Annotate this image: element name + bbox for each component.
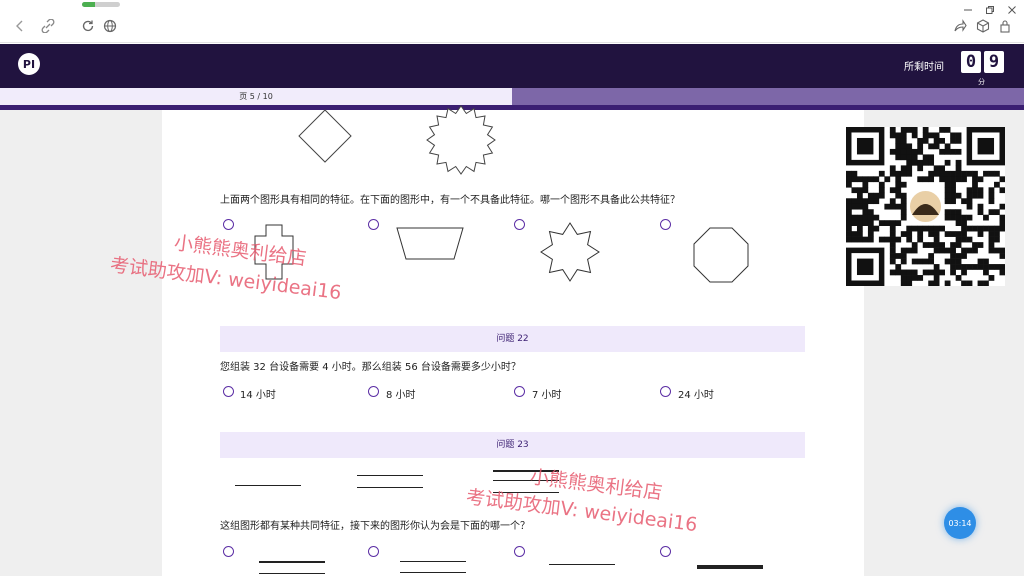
q22-question-text: 您组装 32 台设备需要 4 小时。那么组装 56 台设备需要多少小时？: [220, 362, 521, 373]
octagon-shape: [693, 227, 749, 283]
q23-header: 问题 23: [220, 432, 805, 458]
minutes-unit: 分: [978, 78, 985, 86]
q23-option-3-radio[interactable]: [514, 546, 525, 557]
trapezoid-shape: [396, 227, 464, 260]
lock-icon[interactable]: [997, 18, 1013, 34]
browser-toolbar: [0, 0, 1024, 43]
q23-option-4-radio[interactable]: [660, 546, 671, 557]
q22-title: 问题 22: [496, 334, 529, 344]
q21-question-text: 上面两个图形具有相同的特征。在下面的图形中，有一个不具备此特征。哪一个图形不具备…: [220, 195, 680, 206]
back-icon[interactable]: [12, 18, 28, 34]
reload-icon[interactable]: [80, 18, 96, 34]
time-remaining-label: 所剩时间: [904, 62, 944, 73]
close-icon[interactable]: [1004, 2, 1020, 18]
restore-icon[interactable]: [982, 2, 998, 18]
starburst-shape: [426, 105, 496, 175]
diamond-shape: [298, 109, 352, 163]
q21-option-4-radio[interactable]: [660, 219, 671, 230]
q22-option-4-radio[interactable]: [660, 386, 671, 397]
q23-title: 问题 23: [496, 440, 529, 450]
q23-question-text: 这组图形都有某种共同特征，接下来的图形你认为会是下面的哪一个？: [220, 521, 530, 532]
q21-option-2-radio[interactable]: [368, 219, 379, 230]
page-indicator: 页 5 / 10: [239, 92, 273, 101]
q22-header: 问题 22: [220, 326, 805, 352]
q22-option-4-label[interactable]: 24 小时: [678, 386, 714, 401]
test-header: PI 所剩时间 0 9 分: [0, 44, 1024, 88]
q23-option-1-line-a: [259, 561, 325, 563]
link-icon[interactable]: [40, 18, 56, 34]
qr-code: [846, 127, 1006, 287]
q21-option-1-radio[interactable]: [223, 219, 234, 230]
sequence-figure-2-line-top: [357, 475, 423, 476]
share-icon[interactable]: [952, 18, 968, 34]
q23-option-3-line: [549, 564, 615, 565]
eight-point-star-shape: [540, 222, 600, 282]
cube-icon[interactable]: [975, 18, 991, 34]
q22-option-3-label[interactable]: 7 小时: [532, 386, 562, 401]
q23-option-1-line-b: [259, 573, 325, 574]
globe-icon[interactable]: [102, 18, 118, 34]
sequence-figure-2-line-bottom: [357, 487, 423, 488]
minutes-digit-ones: 9: [984, 51, 1004, 73]
logo: PI: [18, 53, 40, 75]
q21-option-3-radio[interactable]: [514, 219, 525, 230]
q22-option-1-radio[interactable]: [223, 386, 234, 397]
q23-option-1-radio[interactable]: [223, 546, 234, 557]
q23-option-2-line-a: [400, 561, 466, 562]
q23-option-4-line: [697, 565, 763, 569]
q22-option-2-label[interactable]: 8 小时: [386, 386, 416, 401]
minutes-digit-tens: 0: [961, 51, 981, 73]
floating-timer-button[interactable]: 03:14: [944, 507, 976, 539]
minimize-icon[interactable]: [960, 2, 976, 18]
page-progress-bar: 页 5 / 10: [0, 88, 1024, 105]
q23-option-2-line-b: [400, 572, 466, 573]
loading-progress-bar: [82, 2, 120, 7]
q22-option-1-label[interactable]: 14 小时: [240, 386, 276, 401]
q22-option-2-radio[interactable]: [368, 386, 379, 397]
q22-option-3-radio[interactable]: [514, 386, 525, 397]
q23-option-2-radio[interactable]: [368, 546, 379, 557]
sequence-figure-1-line: [235, 485, 301, 486]
